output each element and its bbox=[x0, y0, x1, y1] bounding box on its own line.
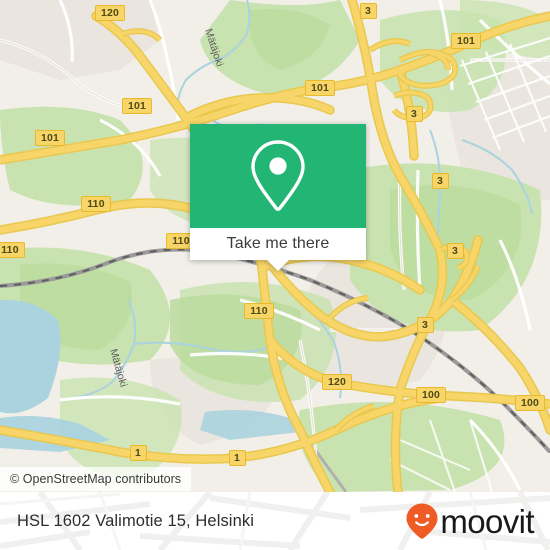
road-shield-label: 120 bbox=[100, 7, 120, 19]
moovit-logo[interactable]: moovit bbox=[405, 502, 535, 540]
road-shield: 3 bbox=[359, 3, 377, 19]
take-me-there-button[interactable]: Take me there bbox=[190, 228, 366, 271]
road-shield-label: 110 bbox=[172, 235, 190, 247]
road-shield-label: 3 bbox=[421, 319, 429, 331]
road-shield: 3 bbox=[446, 243, 464, 259]
road-shield: 3 bbox=[405, 106, 423, 122]
road-shield: 101 bbox=[122, 98, 152, 114]
road-shield: 120 bbox=[95, 5, 125, 21]
road-shield: 1 bbox=[129, 445, 147, 461]
road-shield-label: 3 bbox=[451, 245, 459, 257]
road-shield: 3 bbox=[416, 317, 434, 333]
road-shield-label: 3 bbox=[410, 108, 418, 120]
map-screenshot-page: Mätäjoki Mätäjoki 120 3 101 101 3 101 101 110 11… bbox=[0, 0, 550, 550]
road-shield: 101 bbox=[451, 33, 481, 49]
moovit-wordmark: moovit bbox=[440, 502, 534, 540]
road-shield-label: 101 bbox=[456, 35, 476, 47]
location-title: HSL 1602 Valimotie 15, Helsinki bbox=[17, 511, 254, 530]
moovit-pin-smile-icon bbox=[405, 502, 439, 540]
road-shield: 1 bbox=[228, 450, 246, 466]
road-shield-label: 110 bbox=[1, 244, 19, 256]
road-shield-label: 3 bbox=[364, 5, 372, 17]
road-shield-label: 100 bbox=[520, 397, 540, 409]
road-shield-label: 3 bbox=[436, 175, 444, 187]
destination-popup-card[interactable]: Take me there bbox=[190, 124, 366, 271]
road-shield-label: 110 bbox=[87, 198, 105, 210]
popup-icon-area bbox=[190, 124, 366, 228]
road-shield: 3 bbox=[431, 173, 449, 189]
road-shield: 101 bbox=[35, 130, 65, 146]
road-shield-label: 100 bbox=[421, 389, 441, 401]
road-shield: 100 bbox=[515, 395, 545, 411]
road-shield: 101 bbox=[305, 80, 335, 96]
road-shield: 120 bbox=[322, 374, 352, 390]
road-shield-label: 110 bbox=[250, 305, 268, 317]
road-shield-label: 101 bbox=[40, 132, 60, 144]
popup-pointer-tail bbox=[267, 260, 289, 271]
road-shield: 110 bbox=[0, 242, 25, 258]
road-shield-label: 101 bbox=[127, 100, 147, 112]
osm-attribution[interactable]: © OpenStreetMap contributors bbox=[0, 467, 192, 491]
page-footer: HSL 1602 Valimotie 15, Helsinki moovit bbox=[0, 492, 550, 550]
road-shield-label: 120 bbox=[327, 376, 347, 388]
road-shield-label: 101 bbox=[310, 82, 330, 94]
road-shield: 110 bbox=[81, 196, 111, 212]
road-shield: 110 bbox=[244, 303, 274, 319]
take-me-there-label: Take me there bbox=[226, 235, 330, 252]
road-shield-label: 1 bbox=[134, 447, 142, 459]
road-shield-label: 1 bbox=[233, 452, 241, 464]
map-pin-icon bbox=[249, 139, 307, 213]
road-shield: 100 bbox=[416, 387, 446, 403]
